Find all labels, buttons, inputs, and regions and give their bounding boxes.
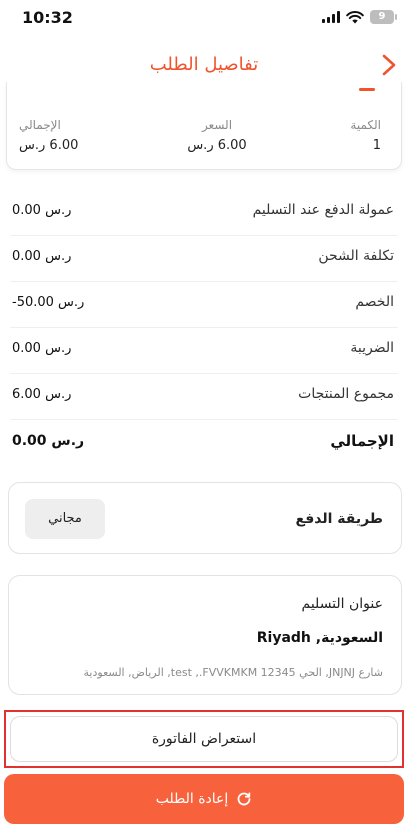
price-label: السعر — [201, 118, 233, 132]
accent-divider — [359, 88, 375, 91]
shipping-cost-row: تكلفة الشحن 0.00 ر.س — [10, 236, 398, 282]
row-label: عمولة الدفع عند التسليم — [252, 202, 394, 218]
highlight-frame: استعراض الفاتورة — [4, 710, 404, 768]
row-label: الإجمالي — [330, 432, 394, 450]
price-breakdown: عمولة الدفع عند التسليم 0.00 ر.س تكلفة ا… — [10, 190, 398, 466]
battery-icon: 9 — [370, 10, 397, 24]
back-button[interactable] — [376, 50, 402, 80]
row-value: 0.00 ر.س — [12, 433, 85, 449]
row-label: تكلفة الشحن — [318, 248, 394, 264]
cod-fee-row: عمولة الدفع عند التسليم 0.00 ر.س — [10, 190, 398, 236]
reorder-button[interactable]: إعادة الطلب — [4, 774, 404, 824]
row-label: الخصم — [355, 294, 394, 310]
reorder-label: إعادة الطلب — [155, 791, 229, 807]
view-invoice-button[interactable]: استعراض الفاتورة — [10, 716, 398, 762]
item-total-value: 6.00 ر.س — [19, 138, 79, 153]
row-value: -50.00 ر.س — [12, 295, 85, 310]
delivery-address-line: شارع JNJNJ, الحي test ,.FVVKMKM 12345, ا… — [83, 666, 383, 679]
status-bar: 10:32 9 — [0, 0, 408, 40]
item-total-column: الإجمالي 6.00 ر.س — [19, 118, 78, 153]
price-value: 6.00 ر.س — [187, 138, 247, 153]
chevron-right-icon — [382, 54, 396, 76]
quantity-label: الكمية — [350, 118, 381, 132]
row-value: 0.00 ر.س — [12, 341, 72, 356]
discount-row: الخصم -50.00 ر.س — [10, 282, 398, 328]
status-time: 10:32 — [22, 8, 73, 27]
order-item-card: الكمية 1 السعر 6.00 ر.س الإجمالي 6.00 ر.… — [6, 82, 402, 170]
grand-total-row: الإجمالي 0.00 ر.س — [10, 420, 398, 466]
row-label: الضريبة — [350, 340, 394, 356]
quantity-value: 1 — [372, 138, 381, 153]
row-value: 0.00 ر.س — [12, 249, 72, 264]
payment-method-card: طريقة الدفع مجاني — [8, 482, 402, 554]
status-icons: 9 — [322, 10, 397, 24]
signal-icon — [322, 11, 340, 23]
delivery-address-title: عنوان التسليم — [301, 596, 383, 612]
quantity-column: الكمية 1 — [350, 118, 381, 153]
payment-method-label: طريقة الدفع — [295, 511, 383, 527]
delivery-address-card: عنوان التسليم السعودية, Riyadh شارع JNJN… — [8, 575, 402, 695]
row-value: 0.00 ر.س — [12, 203, 72, 218]
refresh-icon — [237, 792, 251, 806]
item-total-label: الإجمالي — [19, 118, 61, 132]
price-column: السعر 6.00 ر.س — [177, 118, 257, 153]
products-subtotal-row: مجموع المنتجات 6.00 ر.س — [10, 374, 398, 420]
tax-row: الضريبة 0.00 ر.س — [10, 328, 398, 374]
row-value: 6.00 ر.س — [12, 387, 72, 402]
page-title: تفاصيل الطلب — [149, 54, 259, 75]
delivery-city: السعودية, Riyadh — [256, 630, 383, 646]
wifi-icon — [346, 10, 364, 23]
payment-method-badge: مجاني — [25, 499, 105, 539]
row-label: مجموع المنتجات — [298, 386, 394, 402]
